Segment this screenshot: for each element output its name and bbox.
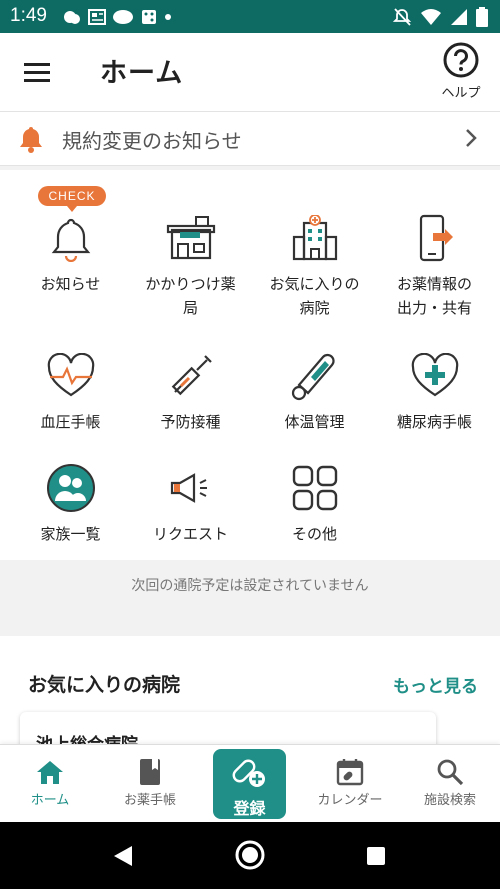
- home-icon: [37, 761, 63, 784]
- grid-icon: [292, 465, 337, 511]
- app-bar: ホーム ヘルプ: [0, 33, 500, 112]
- menu-label: お薬情報の出力・共有: [372, 272, 497, 320]
- menu-label: リクエスト: [152, 525, 228, 543]
- nav-home[interactable]: ホーム: [0, 755, 100, 808]
- menu-label: お気に入りの 病院: [252, 272, 377, 320]
- notebook-icon: [140, 759, 160, 785]
- search-icon: [437, 759, 464, 786]
- family-icon: [46, 464, 95, 512]
- next-visit-text: 次回の通院予定は設定されていません: [131, 578, 369, 594]
- check-badge: CHECK: [38, 186, 106, 212]
- menu-label-line2: 病院: [299, 299, 330, 317]
- wifi-icon: [421, 9, 441, 25]
- calendar-icon: [336, 759, 364, 786]
- menu-label: 家族一覧: [40, 525, 101, 543]
- chevron-right-icon: [466, 129, 477, 147]
- app-badge-icon: [113, 10, 133, 24]
- menu-item-temperature[interactable]: 体温管理: [252, 348, 377, 434]
- megaphone-icon: [170, 473, 207, 503]
- weather-icon: [64, 11, 80, 24]
- see-more-link[interactable]: もっと見る: [393, 672, 478, 697]
- dot-icon: [165, 14, 171, 20]
- register-button[interactable]: 登録: [213, 749, 286, 819]
- notice-banner[interactable]: 規約変更のお知らせ: [0, 112, 500, 166]
- thermometer-icon: [291, 353, 335, 401]
- menu-item-family[interactable]: 家族一覧: [8, 460, 133, 546]
- page-title: ホーム: [100, 58, 184, 89]
- back-icon[interactable]: [112, 844, 134, 868]
- recents-icon[interactable]: [366, 846, 386, 866]
- status-time: 1:49: [10, 5, 47, 26]
- mute-icon: [392, 8, 412, 26]
- nav-search[interactable]: 施設検索: [400, 755, 500, 808]
- help-button[interactable]: ヘルプ: [432, 41, 490, 101]
- signal-icon: [451, 9, 467, 25]
- menu-label-line1: かかりつけ薬: [145, 275, 236, 293]
- system-nav-bar: [0, 822, 500, 889]
- menu-label: 予防接種: [160, 413, 221, 431]
- bell-icon: [51, 218, 90, 262]
- favorite-hospitals-section: お気に入りの病院 もっと見る 池上総合病院: [0, 636, 500, 772]
- menu-item-diabetes[interactable]: 糖尿病手帳: [372, 348, 497, 434]
- syringe-icon: [171, 355, 212, 396]
- pharmacy-icon: [166, 216, 215, 260]
- menu-button[interactable]: [22, 57, 54, 87]
- section-heading: お気に入りの病院: [28, 674, 181, 696]
- nav-calendar[interactable]: カレンダー: [300, 755, 400, 808]
- nav-label: お薬手帳: [123, 793, 176, 808]
- help-icon: [443, 42, 479, 78]
- nav-label: カレンダー: [317, 793, 383, 808]
- hamburger-icon: [24, 63, 50, 82]
- menu-label: その他: [291, 525, 337, 543]
- home-circle-icon[interactable]: [234, 839, 266, 871]
- hospital-icon: [292, 215, 337, 261]
- menu-item-share-medicine[interactable]: お薬情報の出力・共有: [372, 210, 497, 320]
- menu-label: かかりつけ薬局: [128, 272, 253, 320]
- menu-label: 血圧手帳: [40, 413, 101, 431]
- menu-label-line1: お気に入りの: [269, 275, 360, 293]
- heart-plus-icon: [411, 353, 458, 397]
- bottom-nav: ホーム お薬手帳 登録 カレンダー 施設検索: [0, 744, 500, 823]
- menu-item-favorite-hospital[interactable]: お気に入りの 病院: [252, 210, 377, 320]
- menu-item-vaccination[interactable]: 予防接種: [128, 348, 253, 434]
- menu-grid: お知らせ かかりつけ薬局 お気に入りの 病院 お薬情報の出力・共有 血圧手帳 予防…: [0, 170, 500, 560]
- nav-notebook[interactable]: お薬手帳: [100, 755, 200, 808]
- menu-item-pharmacy[interactable]: かかりつけ薬局: [128, 210, 253, 320]
- nav-label: 施設検索: [423, 793, 476, 808]
- menu-item-other[interactable]: その他: [252, 460, 377, 546]
- news-icon: [88, 9, 106, 25]
- menu-label-line2: 出力・共有: [396, 299, 472, 317]
- menu-label-line2: 局: [182, 299, 198, 317]
- menu-label: お知らせ: [40, 275, 101, 293]
- share-phone-icon: [419, 214, 453, 262]
- nav-label: ホーム: [30, 793, 70, 808]
- status-bar: 1:49: [0, 0, 500, 33]
- heart-pulse-icon: [47, 353, 94, 397]
- battery-icon: [476, 7, 488, 27]
- register-label: 登録: [233, 799, 266, 818]
- menu-item-notifications[interactable]: お知らせ: [8, 210, 133, 296]
- game-icon: [142, 10, 156, 24]
- help-label: ヘルプ: [441, 86, 481, 101]
- bell-icon: [20, 127, 42, 153]
- menu-item-request[interactable]: リクエスト: [128, 460, 253, 546]
- pill-plus-icon: [232, 759, 265, 787]
- menu-label: 体温管理: [284, 413, 345, 431]
- menu-label-line1: お薬情報の: [396, 275, 472, 293]
- notice-text: 規約変更のお知らせ: [62, 129, 242, 153]
- menu-item-blood-pressure[interactable]: 血圧手帳: [8, 348, 133, 434]
- menu-label: 糖尿病手帳: [396, 413, 472, 431]
